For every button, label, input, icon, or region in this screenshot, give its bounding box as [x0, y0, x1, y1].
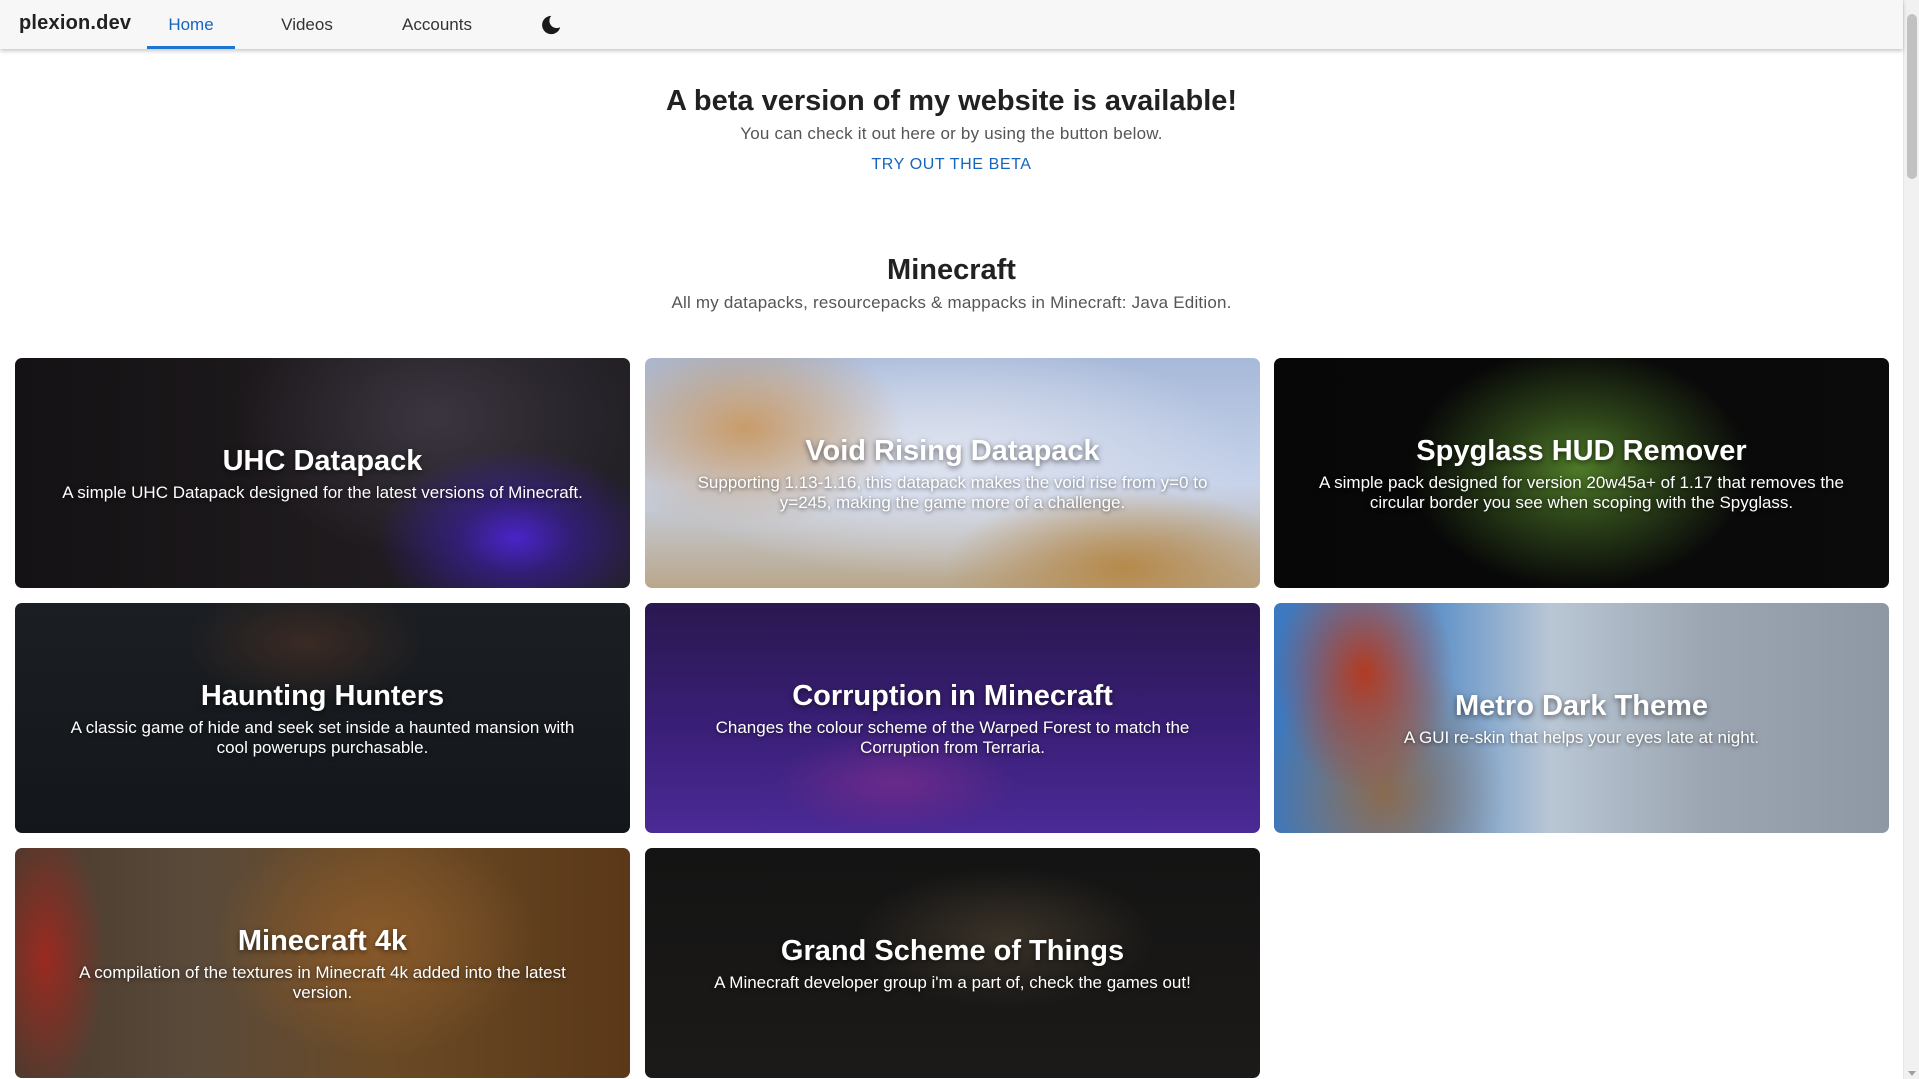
- card-haunting-hunters[interactable]: Haunting Hunters A classic game of hide …: [15, 603, 630, 833]
- card-title: UHC Datapack: [222, 445, 423, 477]
- card-description: A classic game of hide and seek set insi…: [70, 718, 575, 757]
- beta-subtitle: You can check it out here or by using th…: [740, 124, 1163, 143]
- card-title: Grand Scheme of Things: [780, 935, 1125, 967]
- card-uhc-datapack[interactable]: UHC Datapack A simple UHC Datapack desig…: [15, 358, 630, 588]
- top-app-bar: plexion.dev Home Videos Accounts: [0, 0, 1903, 49]
- page-scrollbar[interactable]: [1903, 0, 1919, 1079]
- card-grand-scheme-of-things[interactable]: Grand Scheme of Things A Minecraft devel…: [645, 848, 1260, 1078]
- tab-accounts[interactable]: Accounts: [387, 0, 487, 49]
- card-metro-dark-theme[interactable]: Metro Dark Theme A GUI re-skin that help…: [1274, 603, 1889, 833]
- card-description: A GUI re-skin that helps your eyes late …: [1403, 728, 1760, 747]
- site-brand[interactable]: plexion.dev: [19, 12, 131, 35]
- card-title: Spyglass HUD Remover: [1416, 435, 1747, 467]
- card-description: A compilation of the textures in Minecra…: [79, 963, 566, 1002]
- card-void-rising-datapack[interactable]: Void Rising Datapack Supporting 1.13-1.1…: [645, 358, 1260, 588]
- card-description: Changes the colour scheme of the Warped …: [715, 718, 1190, 757]
- section-title: Minecraft: [887, 254, 1016, 286]
- scroll-down-arrow-icon[interactable]: [1908, 1071, 1916, 1076]
- card-title: Void Rising Datapack: [805, 435, 1100, 467]
- card-title: Haunting Hunters: [200, 680, 445, 712]
- card-description: A simple pack designed for version 20w45…: [1319, 473, 1844, 512]
- card-title: Minecraft 4k: [237, 925, 408, 957]
- card-description: A Minecraft developer group i'm a part o…: [714, 973, 1191, 992]
- card-description: A simple UHC Datapack designed for the l…: [62, 483, 583, 502]
- minecraft-section-header: Minecraft All my datapacks, resourcepack…: [0, 250, 1903, 313]
- try-beta-button[interactable]: TRY OUT THE BETA: [871, 156, 1031, 174]
- tab-home[interactable]: Home: [147, 0, 235, 49]
- scrollbar-thumb[interactable]: [1907, 14, 1917, 179]
- card-title: Metro Dark Theme: [1454, 690, 1708, 722]
- beta-banner: A beta version of my website is availabl…: [0, 80, 1903, 174]
- theme-toggle-button[interactable]: [538, 12, 564, 38]
- card-title: Corruption in Minecraft: [792, 680, 1113, 712]
- card-spyglass-hud-remover[interactable]: Spyglass HUD Remover A simple pack desig…: [1274, 358, 1889, 588]
- moon-icon: [542, 15, 561, 35]
- card-corruption-in-minecraft[interactable]: Corruption in Minecraft Changes the colo…: [645, 603, 1260, 833]
- card-minecraft-4k[interactable]: Minecraft 4k A compilation of the textur…: [15, 848, 630, 1078]
- tab-videos[interactable]: Videos: [268, 0, 346, 49]
- beta-title: A beta version of my website is availabl…: [665, 85, 1238, 117]
- card-description: Supporting 1.13-1.16, this datapack make…: [697, 473, 1208, 512]
- section-subtitle: All my datapacks, resourcepacks & mappac…: [671, 293, 1232, 312]
